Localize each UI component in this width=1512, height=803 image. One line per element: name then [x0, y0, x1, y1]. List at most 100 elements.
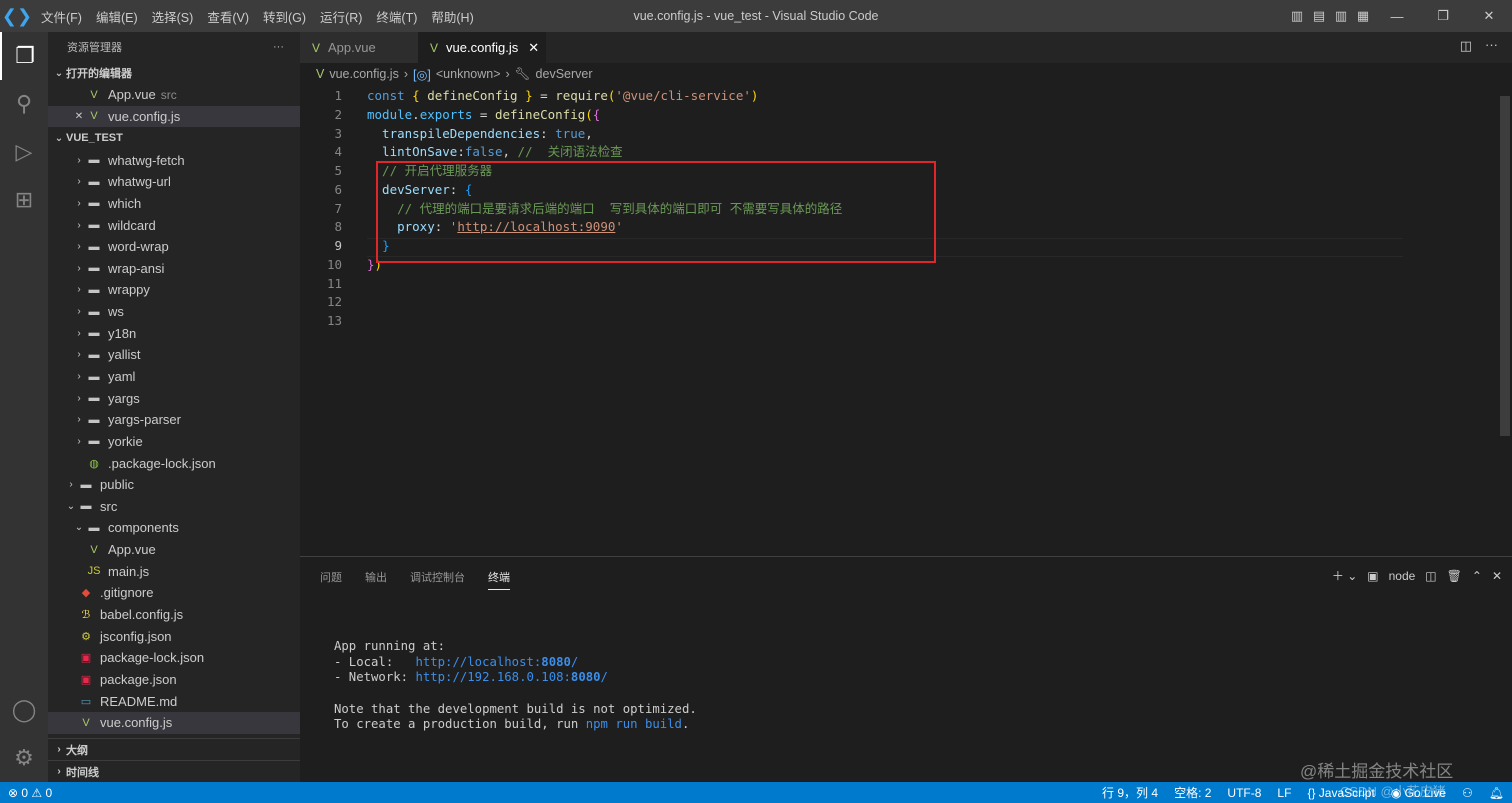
maximize-panel-icon[interactable]: ⌃ [1472, 569, 1482, 583]
timeline-header[interactable]: › 时间线 [48, 760, 300, 782]
kill-terminal-icon[interactable]: 🗑︎ [1447, 569, 1462, 583]
folder-icon: ▬ [88, 154, 100, 167]
customize-layout-icon[interactable]: ▦ [1352, 8, 1374, 24]
folder-item[interactable]: › ▬ yallist [48, 344, 300, 366]
search-icon[interactable]: ⚲ [0, 80, 48, 128]
terminal-text: http://localhost: [415, 654, 542, 669]
line-ending[interactable]: LF [1277, 786, 1291, 800]
close-panel-icon[interactable]: ✕ [1492, 569, 1502, 583]
panel-tab[interactable]: 终端 [488, 569, 510, 590]
panel-tab[interactable]: 问题 [320, 569, 342, 585]
more-actions-icon[interactable]: ··· [273, 41, 284, 53]
folder-icon: ▬ [88, 305, 100, 318]
feedback-icon[interactable]: ⚇ [1462, 786, 1473, 800]
file-name: vue.config.js [100, 715, 173, 731]
file-item[interactable]: V App.vue [48, 539, 300, 561]
close-editor-icon[interactable]: ✕ [72, 111, 86, 122]
run-debug-icon[interactable]: ▷ [0, 128, 48, 176]
new-terminal-icon[interactable]: ＋ ⌄ [1332, 567, 1357, 584]
terminal-shell-label[interactable]: node [1389, 569, 1416, 583]
menu-item[interactable]: 转到(G) [263, 11, 306, 25]
tab-vue-config-js[interactable]: Vvue.config.js ✕ [418, 32, 546, 63]
file-item[interactable]: ▣ package.json [48, 669, 300, 691]
file-name: wrap-ansi [108, 260, 165, 276]
folder-item[interactable]: › ▬ y18n [48, 322, 300, 344]
file-item[interactable]: ◍ .package-lock.json [48, 452, 300, 474]
problems-indicator[interactable]: ⊗ 0 ⚠ 0 [8, 786, 52, 800]
file-item[interactable]: JS main.js [48, 560, 300, 582]
open-editor-item[interactable]: ✕ Vvue.config.js [48, 105, 300, 128]
folder-item[interactable]: › ▬ which [48, 193, 300, 215]
file-item[interactable]: ⚙ jsconfig.json [48, 625, 300, 647]
menu-item[interactable]: 编辑(E) [96, 11, 138, 25]
folder-item[interactable]: › ▬ yargs-parser [48, 409, 300, 431]
tab-app-vue[interactable]: V App.vue [300, 32, 418, 63]
panel-tab[interactable]: 调试控制台 [410, 569, 465, 585]
close-button[interactable]: ✕ [1466, 8, 1512, 24]
split-editor-icon[interactable]: ◫ [1460, 38, 1472, 54]
file-item[interactable]: ▭ README.md [48, 690, 300, 712]
outline-header[interactable]: › 大纲 [48, 738, 300, 760]
folder-item[interactable]: › ▬ word-wrap [48, 236, 300, 258]
folder-item[interactable]: › ▬ ws [48, 301, 300, 323]
js-icon: JS [87, 565, 101, 578]
notifications-icon[interactable]: 🔔︎ [1489, 786, 1504, 800]
code-token: : [540, 125, 556, 141]
open-editor-item[interactable]: V App.vue src [48, 84, 300, 106]
file-item[interactable]: ℬbabel.config.js [48, 604, 300, 626]
menu-item[interactable]: 选择(S) [152, 11, 194, 25]
menu-item[interactable]: 运行(R) [320, 11, 362, 25]
toggle-sidebar-icon[interactable]: ▥ [1286, 8, 1308, 24]
settings-gear-icon[interactable]: ⚙ [0, 734, 48, 782]
folder-item[interactable]: ⌄ ▬ src [48, 496, 300, 518]
breadcrumb-item[interactable]: vue.config.js [329, 67, 398, 81]
folder-item[interactable]: › ▬ whatwg-fetch [48, 149, 300, 171]
menu-item[interactable]: 帮助(H) [431, 11, 473, 25]
folder-item[interactable]: › ▬ wildcard [48, 214, 300, 236]
minimize-button[interactable]: — [1374, 9, 1420, 24]
editor-scrollbar[interactable] [1500, 96, 1510, 436]
file-item[interactable]: Vvue.config.js [48, 711, 300, 734]
folder-icon: ▬ [88, 240, 100, 253]
folder-item[interactable]: ⌄ ▬ components [48, 517, 300, 539]
breadcrumb-item[interactable]: devServer [536, 67, 593, 81]
folder-icon: ▬ [88, 370, 100, 383]
terminal-line: - Local: http://localhost:8080/ [334, 655, 697, 671]
project-header[interactable]: ⌄ VUE_TEST [48, 127, 300, 149]
line-number: 9 [334, 238, 342, 253]
terminal-line: App running at: [334, 639, 697, 655]
menu-item[interactable]: 查看(V) [207, 11, 249, 25]
panel-tab[interactable]: 输出 [365, 569, 387, 585]
chevron-right-icon: › [77, 219, 81, 231]
extensions-icon[interactable]: ⊞ [0, 176, 48, 224]
menu-item[interactable]: 终端(T) [376, 11, 417, 25]
folder-item[interactable]: › ▬ wrappy [48, 279, 300, 301]
folder-item[interactable]: › ▬ wrap-ansi [48, 257, 300, 279]
menu-item[interactable]: 文件(F) [41, 11, 82, 25]
cursor-position[interactable]: 行 9，列 4 [1102, 784, 1158, 801]
restore-button[interactable]: ❐ [1420, 8, 1466, 24]
open-editors-header[interactable]: ⌄ 打开的编辑器 [48, 62, 300, 84]
file-item[interactable]: ◆ .gitignore [48, 582, 300, 604]
toggle-panel-icon[interactable]: ▤ [1308, 8, 1330, 24]
account-icon[interactable]: ◯ [0, 686, 48, 734]
file-item[interactable]: ▣ package-lock.json [48, 647, 300, 669]
toggle-secondary-sidebar-icon[interactable]: ▥ [1330, 8, 1352, 24]
terminal-text: / [570, 654, 579, 669]
folder-item[interactable]: › ▬ yorkie [48, 431, 300, 453]
folder-item[interactable]: › ▬ yaml [48, 366, 300, 388]
close-tab-icon[interactable]: ✕ [528, 40, 539, 56]
split-terminal-icon[interactable]: ◫ [1425, 569, 1436, 583]
folder-item[interactable]: › ▬ whatwg-url [48, 171, 300, 193]
folder-item[interactable]: › ▬ yargs [48, 387, 300, 409]
explorer-icon[interactable]: ❐ [0, 32, 48, 80]
terminal-output[interactable]: App running at: - Local: http://localhost… [334, 639, 697, 733]
more-actions-icon[interactable]: ··· [1485, 37, 1498, 52]
section-label: 打开的编辑器 [66, 68, 132, 80]
folder-item[interactable]: › ▬ public [48, 474, 300, 496]
indentation[interactable]: 空格: 2 [1174, 784, 1211, 801]
line-number: 11 [326, 275, 342, 291]
breadcrumb-item[interactable]: <unknown> [436, 67, 501, 81]
folder-icon: ▬ [88, 283, 100, 296]
encoding[interactable]: UTF-8 [1227, 786, 1261, 800]
